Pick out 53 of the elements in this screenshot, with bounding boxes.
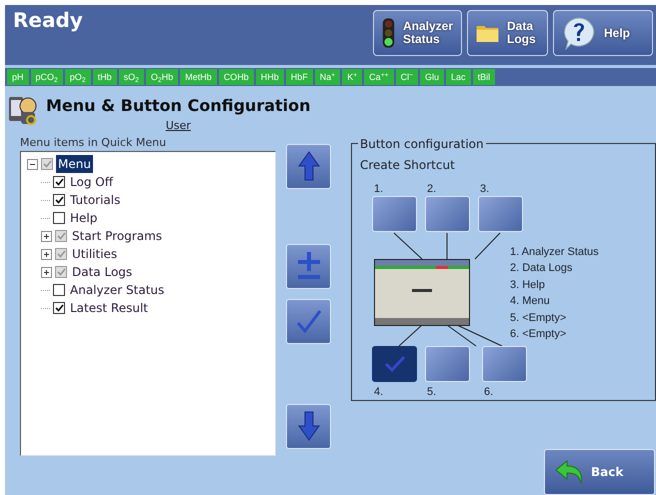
connector-line — [474, 232, 500, 259]
confirm-button[interactable] — [286, 298, 331, 344]
page-title: Menu & Button Configuration — [46, 95, 311, 117]
connector-line — [446, 232, 448, 259]
parameter-tag: Glu — [420, 69, 444, 85]
up-arrow-icon — [296, 150, 322, 182]
plus-minus-icon — [296, 250, 322, 282]
users-key-icon — [8, 94, 38, 126]
status-title: Ready — [13, 7, 84, 33]
parameter-tag: HHb — [256, 69, 284, 85]
parameter-tag: sO$_{2}$ — [118, 69, 144, 85]
parameter-tag: MetHb — [180, 69, 217, 85]
move-down-button[interactable] — [286, 404, 331, 448]
assignment-text: 2. Data Logs — [510, 261, 574, 276]
slot-number: 3. — [480, 182, 490, 196]
move-up-button[interactable] — [286, 144, 331, 188]
back-arrow-icon — [555, 460, 585, 484]
connector-line — [394, 232, 422, 259]
assignment-text: 5. <Empty> — [510, 310, 568, 326]
toggle-button[interactable] — [286, 244, 331, 288]
parameter-tag: tBil — [472, 69, 496, 85]
parameter-tag: tHb — [92, 69, 117, 85]
parameter-tag: Cl$^{−}$ — [396, 69, 418, 85]
parameter-tag: Ca$^{++}$ — [364, 69, 394, 85]
connector-line — [398, 324, 422, 346]
shortcut-heading: Create Shortcut — [360, 156, 455, 174]
assignment-text: 1. Analyzer Status — [510, 244, 599, 260]
parameter-tag: Na$^{+}$ — [314, 69, 340, 85]
parameter-tag: pCO$_{2}$ — [30, 69, 63, 85]
slot-number: 5. — [427, 384, 436, 400]
tree-label: Menu items in Quick Menu — [20, 134, 168, 150]
parameter-tag: pO$_{2}$ — [64, 69, 91, 85]
assignment-text: 6. <Empty> — [510, 327, 568, 342]
header-button[interactable]: Analyzer Status — [373, 10, 462, 56]
slot-number: 4. — [374, 384, 384, 400]
header-button[interactable]: Help — [553, 10, 653, 56]
user-link[interactable]: User — [166, 118, 191, 134]
back-button[interactable]: Back — [544, 449, 655, 495]
parameter-tag: K$^{+}$ — [342, 69, 362, 85]
parameter-tag: O$_{2}$Hb — [146, 69, 178, 85]
help-icon — [562, 16, 596, 50]
parameter-tag: HbF — [286, 69, 313, 85]
parameter-tag: Lac — [446, 69, 471, 85]
slot-number: 6. — [484, 384, 494, 400]
assignment-text: 3. Help — [510, 278, 546, 292]
parameter-tag: COHb — [218, 69, 254, 85]
slot-number: 1. — [374, 182, 384, 196]
header-button[interactable]: Data Logs — [467, 10, 548, 56]
down-arrow-icon — [296, 410, 322, 442]
slot-number: 2. — [427, 182, 436, 196]
checkmark-icon — [384, 355, 406, 374]
assignment-text: 4. Menu — [510, 294, 551, 309]
parameter-tag: pH — [7, 69, 29, 85]
